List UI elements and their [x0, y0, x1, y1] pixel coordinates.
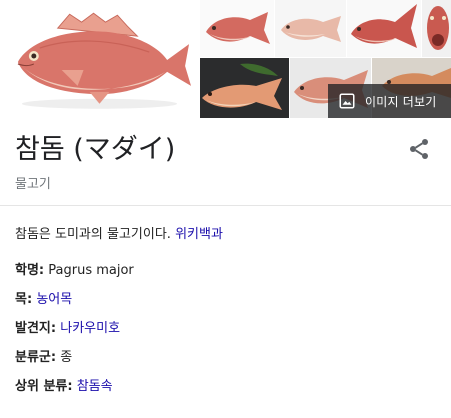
more-images-label: 이미지 더보기 — [365, 94, 437, 109]
fish-thumbnail — [281, 16, 341, 42]
fact-value-link[interactable]: 참돔속 — [77, 379, 113, 394]
gallery-thumb-4[interactable] — [422, 0, 451, 57]
fact-value: 종 — [60, 350, 73, 365]
fact-value-link[interactable]: 나카우미호 — [60, 321, 120, 336]
entity-title: 참돔 (マダイ) — [15, 134, 176, 165]
fact-key: 상위 분류: — [15, 379, 73, 394]
fish-thumbnail — [206, 12, 270, 44]
fish-thumbnail — [351, 4, 417, 48]
fact-parent-taxon: 상위 분류: 참돔속 — [15, 375, 113, 394]
gallery-main-image[interactable] — [0, 0, 199, 118]
entity-description: 참돔은 도미과의 물고기이다. 위키백과 — [15, 223, 223, 242]
fish-head-thumbnail — [427, 6, 449, 50]
more-images-button[interactable]: 이미지 더보기 — [328, 84, 451, 118]
section-divider — [0, 205, 451, 206]
gallery-thumb-1[interactable] — [200, 0, 274, 57]
image-icon — [339, 93, 355, 109]
fact-taxon-rank: 분류군: 종 — [15, 346, 72, 365]
share-icon[interactable] — [407, 137, 431, 161]
description-text: 참돔은 도미과의 물고기이다. — [15, 227, 176, 242]
fact-key: 목: — [15, 292, 33, 307]
fact-value-link[interactable]: 농어목 — [36, 292, 72, 307]
gallery-thumb-5[interactable] — [200, 58, 289, 118]
fact-scientific-name: 학명: Pagrus major — [15, 259, 134, 278]
fish-on-leaves-thumbnail — [200, 58, 289, 118]
entity-subtitle: 물고기 — [15, 177, 51, 192]
image-gallery: 이미지 더보기 — [0, 0, 451, 118]
fact-key: 발견지: — [15, 321, 57, 336]
red-seabream-photo — [17, 12, 192, 109]
fact-key: 학명: — [15, 263, 45, 278]
fact-key: 분류군: — [15, 350, 57, 365]
gallery-thumb-2[interactable] — [275, 0, 346, 57]
fact-order: 목: 농어목 — [15, 288, 72, 307]
gallery-thumb-3[interactable] — [347, 0, 421, 57]
wikipedia-link[interactable]: 위키백과 — [175, 227, 223, 242]
fact-discovered-at: 발견지: 나카우미호 — [15, 317, 120, 336]
fact-value: Pagrus major — [48, 263, 134, 278]
